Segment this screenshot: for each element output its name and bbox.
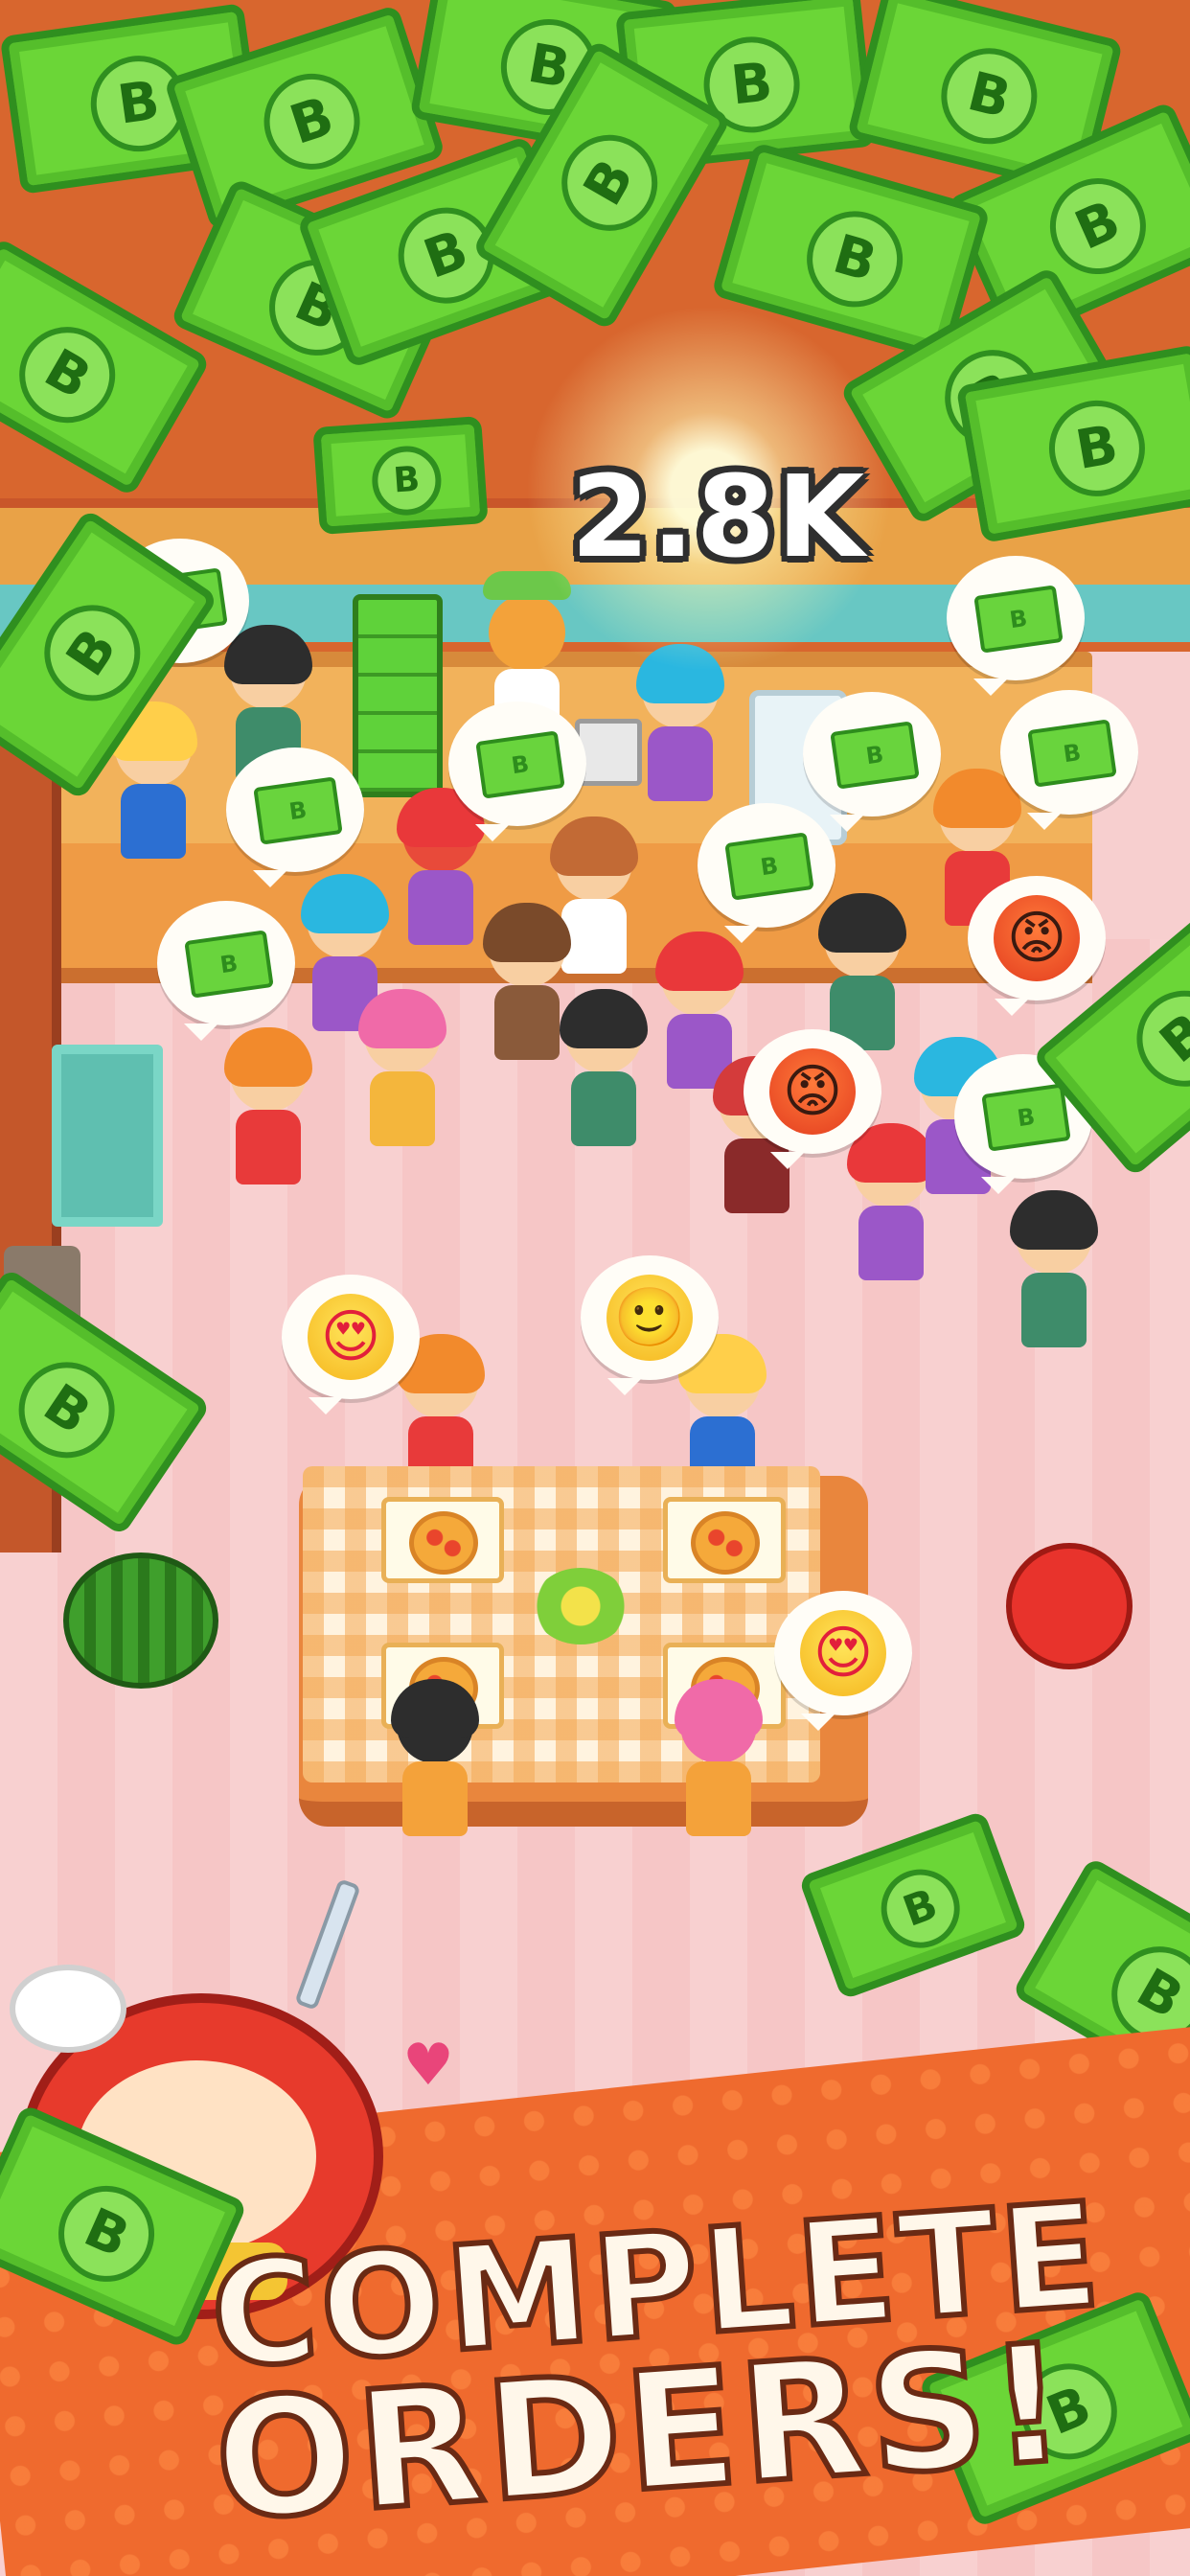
chef-hat-icon: [10, 1965, 126, 2053]
diner[interactable]: [387, 1679, 483, 1859]
cash-bill-icon: B: [475, 730, 565, 799]
order-bubble: B: [1000, 690, 1138, 830]
order-bubble: B: [226, 748, 364, 887]
pizza-plate[interactable]: [663, 1497, 786, 1583]
cash-bill-icon: B: [184, 930, 274, 999]
cash-bill-icon: B: [870, 1858, 972, 1960]
cash-bill-icon: B: [830, 721, 920, 790]
cash-bill-icon: B: [543, 117, 675, 249]
order-bubble: B: [698, 803, 835, 943]
customer[interactable]: [220, 1027, 316, 1208]
cash-bill-icon: B: [1027, 719, 1117, 788]
cash-bill-icon: B: [0, 1343, 134, 1477]
order-bubble: B: [157, 901, 295, 1041]
mood-bubble: 😡: [744, 1029, 881, 1169]
cash-bill-icon: B: [1034, 163, 1161, 290]
customer[interactable]: [355, 989, 450, 1169]
customer[interactable]: [556, 989, 652, 1169]
game-scene[interactable]: B B B B B B B B B 😡 😡 😍 🙂 😍 2.8K B B B B…: [0, 0, 1190, 2576]
heart-eyes-face-icon: 😍: [308, 1294, 394, 1380]
mood-bubble: 😍: [774, 1591, 912, 1731]
cash-bill-icon: B: [1117, 971, 1190, 1107]
mood-bubble: 😡: [968, 876, 1106, 1016]
flying-cash-bill: B: [312, 415, 489, 536]
angry-face-icon: 😡: [994, 895, 1080, 981]
cash-bill-icon: B: [25, 586, 159, 720]
pizza-plate[interactable]: [381, 1497, 504, 1583]
mood-bubble: 🙂: [581, 1255, 719, 1395]
order-bubble: B: [947, 556, 1085, 696]
pizza-icon: [691, 1511, 760, 1575]
salad-bowl: [533, 1568, 629, 1644]
watermelon-waiter[interactable]: [63, 1552, 218, 1689]
cash-bill-icon: B: [930, 37, 1047, 154]
door-mat: [52, 1045, 163, 1227]
cash-bill-icon: B: [795, 199, 914, 319]
cash-bill-icon: B: [253, 776, 343, 845]
customer[interactable]: [393, 788, 489, 968]
heart-eyes-face-icon: 😍: [800, 1610, 886, 1696]
order-bubble: B: [803, 692, 941, 832]
earnings-amount: 2.8K: [570, 450, 867, 583]
order-bubble: B: [448, 702, 586, 841]
cash-bill-icon: B: [369, 444, 444, 518]
cash-bill-icon: B: [981, 1083, 1071, 1152]
cash-bill-icon: B: [973, 585, 1064, 654]
mood-bubble: 😍: [282, 1275, 420, 1414]
diner[interactable]: [671, 1679, 767, 1859]
cash-stack[interactable]: [353, 594, 443, 797]
angry-face-icon: 😡: [769, 1048, 856, 1135]
tomato-waiter[interactable]: [1006, 1543, 1133, 1669]
customer[interactable]: [1006, 1190, 1102, 1370]
cash-bill-icon: B: [43, 2170, 171, 2297]
smiling-face-icon: 🙂: [606, 1275, 693, 1361]
cash-bill-icon: B: [724, 832, 814, 901]
pizza-icon: [409, 1511, 478, 1575]
cash-bill-icon: B: [1041, 392, 1153, 504]
cash-bill-icon: B: [1, 309, 133, 441]
heart-icon: ♥: [402, 2032, 454, 2099]
cash-bill-icon: B: [251, 60, 373, 182]
